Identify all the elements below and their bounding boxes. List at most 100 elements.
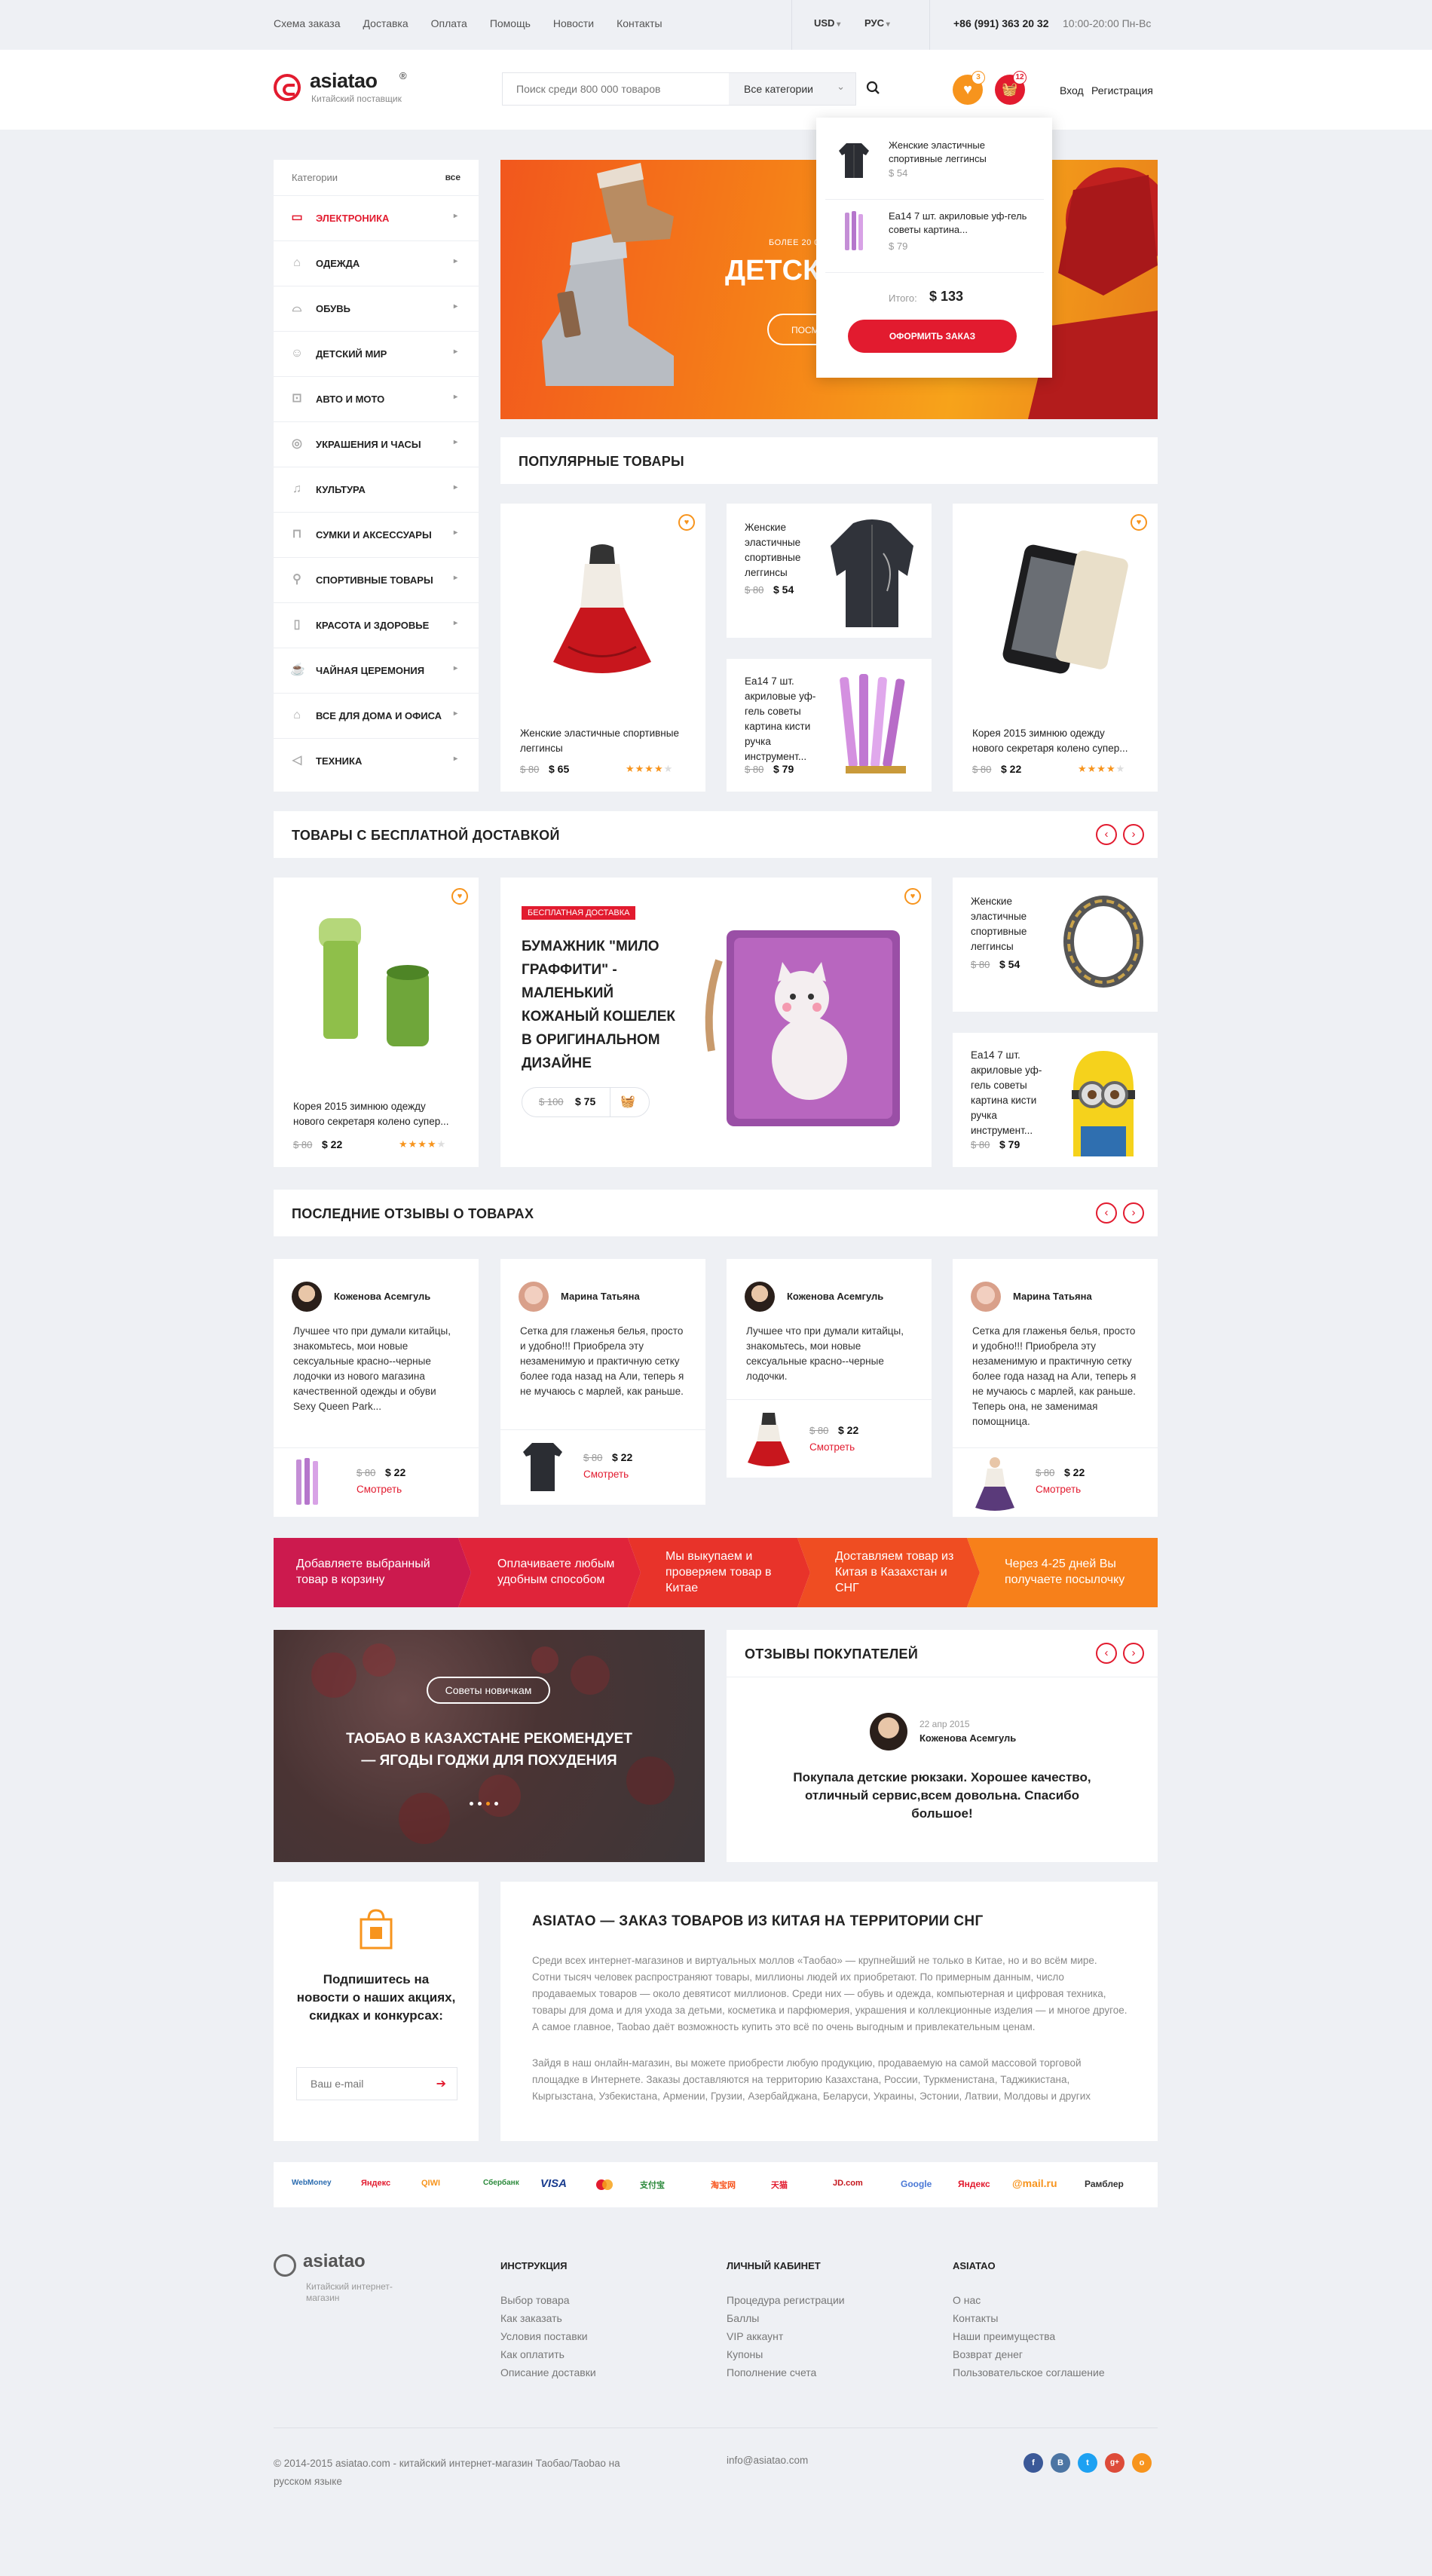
category-electronics[interactable]: ▭ Электроника ▸ bbox=[274, 195, 479, 240]
featured-title[interactable]: Бумажник "Мило Граффити" - маленький кож… bbox=[522, 935, 680, 1075]
cart-item-name[interactable]: Женские эластичные спортивные леггинсы bbox=[889, 139, 1032, 166]
nav-help[interactable]: Помощь bbox=[490, 17, 531, 29]
view-product-link[interactable]: Смотреть bbox=[583, 1469, 629, 1480]
category-culture[interactable]: ♫ Культура ▸ bbox=[274, 467, 479, 512]
next-arrow-icon[interactable]: › bbox=[1123, 824, 1144, 845]
footer-link[interactable]: Контакты bbox=[953, 2309, 1105, 2327]
nav-contacts[interactable]: Контакты bbox=[617, 17, 662, 29]
category-kids[interactable]: ☺ Детский мир ▸ bbox=[274, 331, 479, 376]
product-card[interactable]: Ea14 7 шт. акриловые уф-гель советы карт… bbox=[727, 659, 932, 792]
view-product-link[interactable]: Смотреть bbox=[356, 1484, 402, 1495]
login-link[interactable]: Вход bbox=[1060, 84, 1084, 96]
footer-link[interactable]: Как заказать bbox=[500, 2309, 596, 2327]
product-name[interactable]: Корея 2015 зимнюю одежду нового секретар… bbox=[293, 1099, 459, 1129]
product-name[interactable]: Ea14 7 шт. акриловые уф-гель советы карт… bbox=[745, 674, 828, 764]
prev-arrow-icon[interactable]: ‹ bbox=[1096, 1202, 1117, 1224]
footer-link[interactable]: Возврат денег bbox=[953, 2345, 1105, 2363]
pagination-dot[interactable] bbox=[494, 1802, 498, 1806]
heart-icon[interactable]: ♥ bbox=[1131, 514, 1147, 531]
product-image-ring bbox=[1063, 896, 1143, 988]
nav-order-scheme[interactable]: Схема заказа bbox=[274, 17, 341, 29]
footer-link[interactable]: Условия поставки bbox=[500, 2327, 596, 2345]
footer-link[interactable]: Купоны bbox=[727, 2345, 845, 2363]
email-input[interactable] bbox=[297, 2068, 425, 2100]
product-card[interactable]: Женские эластичные спортивные леггинсы $… bbox=[727, 504, 932, 638]
blog-banner[interactable]: Советы новичкам ТАОБАО В КАЗАХСТАНЕ РЕКО… bbox=[274, 1630, 705, 1862]
language-select[interactable]: РУС bbox=[864, 17, 890, 29]
heart-icon[interactable]: ♥ bbox=[451, 888, 468, 905]
nav-payment[interactable]: Оплата bbox=[431, 17, 467, 29]
view-product-link[interactable]: Смотреть bbox=[809, 1441, 855, 1453]
view-product-link[interactable]: Смотреть bbox=[1036, 1484, 1081, 1495]
footer-link[interactable]: Как оплатить bbox=[500, 2345, 596, 2363]
category-sports[interactable]: ⚲ Спортивные товары ▸ bbox=[274, 557, 479, 602]
product-name[interactable]: Ea14 7 шт. акриловые уф-гель советы карт… bbox=[971, 1048, 1054, 1138]
next-arrow-icon[interactable]: › bbox=[1123, 1643, 1144, 1664]
footer-link[interactable]: Пользовательское соглашение bbox=[953, 2363, 1105, 2381]
product-card[interactable]: ♥ Женские эластичные спортивные леггинсы… bbox=[500, 504, 705, 792]
pagination-dot[interactable] bbox=[470, 1802, 473, 1806]
review-card: Коженова Асемгуль Лучшее что при думали … bbox=[727, 1259, 932, 1478]
reviews-title: Последние отзывы о товарах bbox=[292, 1206, 534, 1221]
product-card[interactable]: Женские эластичные спортивные леггинсы $… bbox=[953, 878, 1158, 1012]
pagination-dot[interactable] bbox=[486, 1802, 490, 1806]
footer-link[interactable]: Баллы bbox=[727, 2309, 845, 2327]
logo-text[interactable]: asiatao bbox=[310, 69, 378, 93]
category-jewelry[interactable]: ◎ Украшения и часы ▸ bbox=[274, 421, 479, 467]
heart-icon[interactable]: ♥ bbox=[904, 888, 921, 905]
nav-delivery[interactable]: Доставка bbox=[363, 17, 408, 29]
footer-link[interactable]: Описание доставки bbox=[500, 2363, 596, 2381]
product-name[interactable]: Женские эластичные спортивные леггинсы bbox=[745, 520, 820, 580]
cart-item-name[interactable]: Ea14 7 шт. акриловые уф-гель советы карт… bbox=[889, 210, 1032, 237]
category-tea[interactable]: ☕ Чайная церемония ▸ bbox=[274, 648, 479, 693]
arrow-right-icon[interactable]: ➔ bbox=[436, 2076, 446, 2091]
product-card[interactable]: ♥ Корея 2015 зимнюю одежду нового секрет… bbox=[953, 504, 1158, 792]
search-category-select[interactable]: Все категории bbox=[729, 73, 855, 105]
blog-tag-button[interactable]: Советы новичкам bbox=[427, 1677, 550, 1704]
vk-icon[interactable]: В bbox=[1051, 2453, 1070, 2473]
footer-logo-icon[interactable] bbox=[274, 2254, 296, 2277]
category-tech[interactable]: ◁ Техника ▸ bbox=[274, 738, 479, 783]
next-arrow-icon[interactable]: › bbox=[1123, 1202, 1144, 1224]
category-beauty[interactable]: ▯ Красота и здоровье ▸ bbox=[274, 602, 479, 648]
category-auto[interactable]: ⊡ Авто и мото ▸ bbox=[274, 376, 479, 421]
shoe-icon: ⌓ bbox=[292, 302, 302, 314]
search-icon[interactable] bbox=[864, 78, 883, 98]
footer-link[interactable]: Пополнение счета bbox=[727, 2363, 845, 2381]
add-to-cart-icon[interactable]: 🧺 bbox=[620, 1094, 635, 1109]
register-link[interactable]: Регистрация bbox=[1091, 84, 1153, 96]
footer-link[interactable]: Выбор товара bbox=[500, 2291, 596, 2309]
footer-logo[interactable]: asiatao bbox=[303, 2251, 366, 2272]
checkout-button[interactable]: Оформить заказ bbox=[848, 320, 1017, 353]
odnoklassniki-icon[interactable]: o bbox=[1132, 2453, 1152, 2473]
facebook-icon[interactable]: f bbox=[1024, 2453, 1043, 2473]
footer-email[interactable]: info@asiatao.com bbox=[727, 2455, 808, 2466]
reviewer-name: Марина Татьяна bbox=[1013, 1291, 1092, 1302]
product-card[interactable]: ♥ Корея 2015 зимнюю одежду нового секрет… bbox=[274, 878, 479, 1167]
product-name[interactable]: Женские эластичные спортивные леггинсы bbox=[971, 894, 1046, 954]
footer-link[interactable]: Процедура регистрации bbox=[727, 2291, 845, 2309]
category-clothes[interactable]: ⌂ Одежда ▸ bbox=[274, 240, 479, 286]
category-bags[interactable]: ⊓ Сумки и аксессуары ▸ bbox=[274, 512, 479, 557]
featured-product-card[interactable]: ♥ Бесплатная доставка Бумажник "Мило Гра… bbox=[500, 878, 932, 1167]
pagination-dot[interactable] bbox=[478, 1802, 482, 1806]
product-name[interactable]: Корея 2015 зимнюю одежду нового секретар… bbox=[972, 726, 1138, 756]
product-name[interactable]: Женские эластичные спортивные леггинсы bbox=[520, 726, 686, 756]
category-home[interactable]: ⌂ Все для дома и офиса ▸ bbox=[274, 693, 479, 738]
product-card[interactable]: Ea14 7 шт. акриловые уф-гель советы карт… bbox=[953, 1033, 1158, 1167]
logo-icon[interactable] bbox=[274, 74, 301, 101]
search-input[interactable] bbox=[503, 73, 729, 105]
categories-all-link[interactable]: все bbox=[445, 172, 461, 182]
footer-link[interactable]: VIP аккаунт bbox=[727, 2327, 845, 2345]
google-plus-icon[interactable]: g+ bbox=[1105, 2453, 1124, 2473]
nav-news[interactable]: Новости bbox=[553, 17, 594, 29]
top-bar bbox=[0, 0, 1432, 50]
twitter-icon[interactable]: t bbox=[1078, 2453, 1097, 2473]
prev-arrow-icon[interactable]: ‹ bbox=[1096, 1643, 1117, 1664]
prev-arrow-icon[interactable]: ‹ bbox=[1096, 824, 1117, 845]
currency-select[interactable]: USD bbox=[814, 17, 840, 29]
footer-link[interactable]: О нас bbox=[953, 2291, 1105, 2309]
footer-link[interactable]: Наши преимущества bbox=[953, 2327, 1105, 2345]
category-shoes[interactable]: ⌓ Обувь ▸ bbox=[274, 286, 479, 331]
heart-icon[interactable]: ♥ bbox=[678, 514, 695, 531]
